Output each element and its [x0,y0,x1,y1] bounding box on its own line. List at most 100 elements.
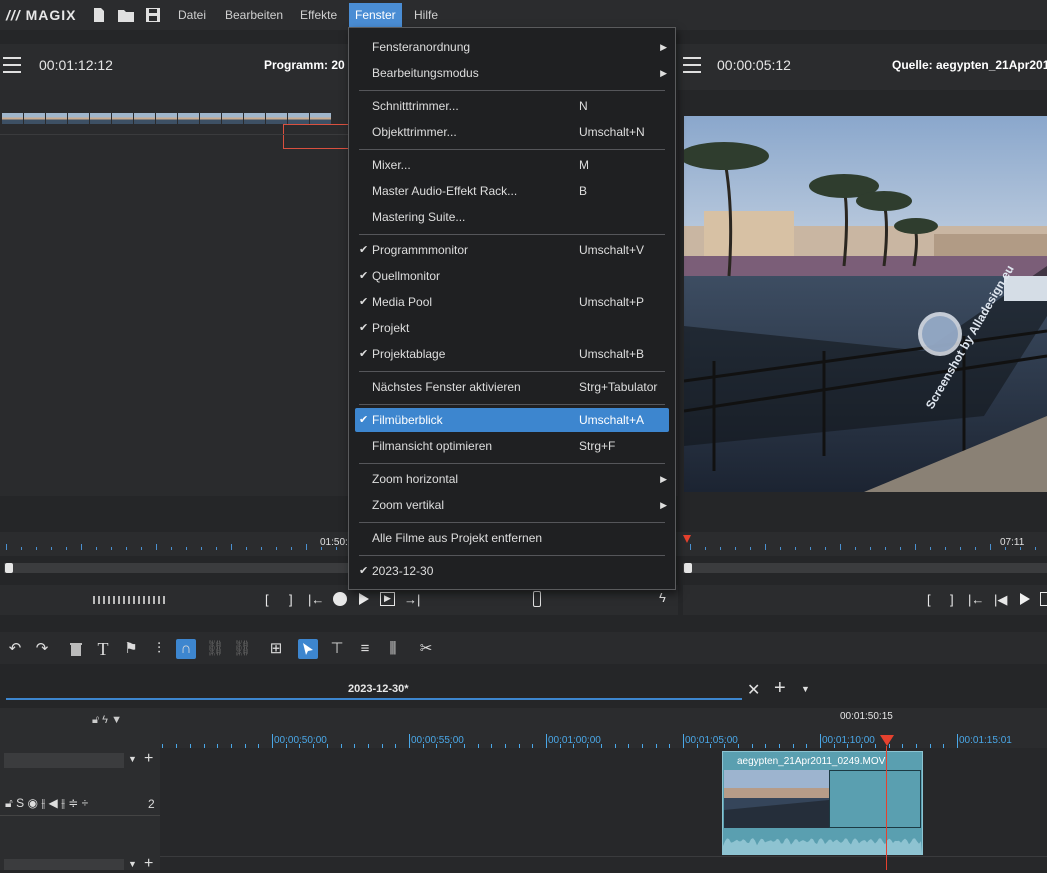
ruler-tick [870,547,871,550]
menu-item-media-pool[interactable]: ✔ Media Pool Umschalt+P [355,290,669,314]
mark-in-button[interactable]: [ [265,592,269,607]
menu-item-zoom-vertikal[interactable]: Zoom vertikal ▶ [355,493,669,517]
source-mark-in-button[interactable]: [ [927,592,931,607]
menu-item-fensteranordnung[interactable]: Fensteranordnung ▶ [355,35,669,59]
source-ruler-ticks [690,544,1040,554]
volume-slider[interactable] [533,591,541,607]
menu-item-filmansicht-optimieren[interactable]: Filmansicht optimieren Strg+F [355,434,669,458]
tab-dropdown-icon[interactable]: ▼ [801,684,810,694]
menu-item-bearbeitungsmodus[interactable]: Bearbeitungsmodus ▶ [355,61,669,85]
program-menu-icon[interactable] [3,57,21,73]
source-mark-out-button[interactable]: ] [950,592,954,607]
track-add-icon[interactable]: + [144,750,153,768]
menu-item-zoom-horizontal[interactable]: Zoom horizontal ▶ [355,467,669,491]
lock-all-icon[interactable]: 🔓︎ ϟ ▼ [92,714,122,727]
new-file-icon[interactable] [91,7,107,23]
track-dropdown-icon-2[interactable]: ▼ [128,859,137,869]
check-icon: ✔ [359,270,369,282]
insert-icon[interactable]: ⊞ [266,639,286,659]
link-icon[interactable]: ⛓ [205,639,225,659]
menu-hilfe[interactable]: Hilfe [408,0,444,30]
cut-tool-icon[interactable]: ✂ [416,639,436,659]
menu-item-schnitttrimmer[interactable]: Schnitttrimmer... N [355,94,669,118]
settings-flash-icon[interactable]: ϟ [659,590,666,605]
timeline-tab[interactable]: 2023-12-30* [348,683,409,695]
menu-bearbeiten[interactable]: Bearbeiten [219,0,289,30]
check-icon: ✔ [359,348,369,360]
menu-item-mastering-suite[interactable]: Mastering Suite... [355,205,669,229]
menu-effekte[interactable]: Effekte [294,0,343,30]
track-name-field[interactable] [4,753,124,768]
loop-button[interactable] [333,592,347,606]
menu-item-naechstes-fenster[interactable]: Nächstes Fenster aktivieren Strg+Tabulato… [355,375,669,399]
go-to-out-button[interactable]: →| [404,592,420,607]
timeline-playhead-marker[interactable] [880,735,894,747]
filmstrip-thumbnail [46,113,67,124]
title-icon[interactable]: T [93,639,113,659]
timeline-ruler-label: 00:01:00:00 [548,735,601,746]
trim-tool-icon[interactable]: ⊤ [327,639,347,659]
menu-item-programmmonitor[interactable]: ✔ Programmmonitor Umschalt+V [355,238,669,262]
delete-icon[interactable] [66,639,86,659]
source-play-button[interactable] [1019,592,1031,606]
ruler-tick [246,547,247,550]
jog-shuttle[interactable] [93,596,165,604]
stretch-tool-icon[interactable]: ⫼ [383,639,403,659]
film-overview-strip[interactable] [2,113,348,124]
menu-datei[interactable]: Datei [172,0,212,30]
program-ruler-time: 01:50: [320,537,348,548]
source-playhead-marker[interactable] [683,535,691,545]
menu-item-quellmonitor[interactable]: ✔ Quellmonitor [355,264,669,288]
program-scrub-track[interactable] [4,563,348,573]
source-go-to-in-button[interactable]: |← [968,592,984,607]
menu-item-projekt[interactable]: ✔ Projekt [355,316,669,340]
ruler-tick [231,544,232,550]
ruler-tick [915,544,916,550]
add-tab-icon[interactable]: + [774,677,786,700]
ruler-tick [780,547,781,550]
unlink-icon[interactable]: ⛓ [232,639,252,659]
track-name-field-2[interactable] [4,859,124,870]
menu-item-mixer[interactable]: Mixer... M [355,153,669,177]
ruler-tick [975,547,976,550]
menu-item-objekttrimmer[interactable]: Objekttrimmer... Umschalt+N [355,120,669,144]
filmstrip-thumbnail [200,113,221,124]
menu-item-projektablage[interactable]: ✔ Projektablage Umschalt+B [355,342,669,366]
source-scrub-track[interactable] [683,563,1047,573]
track-add-icon-2[interactable]: + [144,855,153,873]
range-tool-icon[interactable]: ≡ [355,639,375,659]
pointer-tool-icon[interactable] [298,639,318,659]
menu-item-film-2023-12-30[interactable]: ✔ 2023-12-30 [355,559,669,583]
program-scrub-handle[interactable] [5,563,13,573]
ruler-tick [111,547,112,550]
track-dropdown-icon[interactable]: ▼ [128,754,137,764]
ruler-tick [945,547,946,550]
menu-item-master-audio-effekt-rack[interactable]: Master Audio-Effekt Rack... B [355,179,669,203]
redo-icon[interactable]: ↷ [32,639,52,659]
fenster-dropdown-menu: Fensteranordnung ▶ Bearbeitungsmodus ▶ Sch… [348,27,676,590]
play-button[interactable] [358,592,370,606]
menu-fenster[interactable]: Fenster [349,3,402,27]
menu-item-filmueberblick[interactable]: ✔ Filmüberblick Umschalt+A [355,408,669,432]
source-menu-icon[interactable] [683,57,701,73]
track-controls[interactable]: 🔓︎ S ◉ ⫲ ◀ ⫲ ≑ ÷ [5,796,88,811]
close-tab-icon[interactable]: ✕ [747,680,760,700]
source-prev-button[interactable]: |◀ [994,592,1007,608]
play-to-out-button[interactable]: ▶ [380,592,395,606]
filmstrip-thumbnail [288,113,309,124]
source-play-to-out-button[interactable] [1040,592,1047,606]
save-icon[interactable] [145,7,161,23]
ruler-tick [126,547,127,550]
mixer-icon[interactable]: ⫶ [149,639,169,659]
check-icon: ✔ [359,414,369,426]
mark-out-button[interactable]: ] [289,592,293,607]
magnet-icon[interactable]: ∩ [176,639,196,659]
source-scrub-handle[interactable] [684,563,692,573]
open-folder-icon[interactable] [117,7,134,23]
clip-thumbnail-empty [829,770,921,828]
menu-item-alle-filme-entfernen[interactable]: Alle Filme aus Projekt entfernen [355,526,669,550]
go-to-in-button[interactable]: |← [308,592,324,607]
marker-icon[interactable]: ⚑ [121,639,141,659]
menu-separator [359,463,665,464]
undo-icon[interactable]: ↶ [5,639,25,659]
